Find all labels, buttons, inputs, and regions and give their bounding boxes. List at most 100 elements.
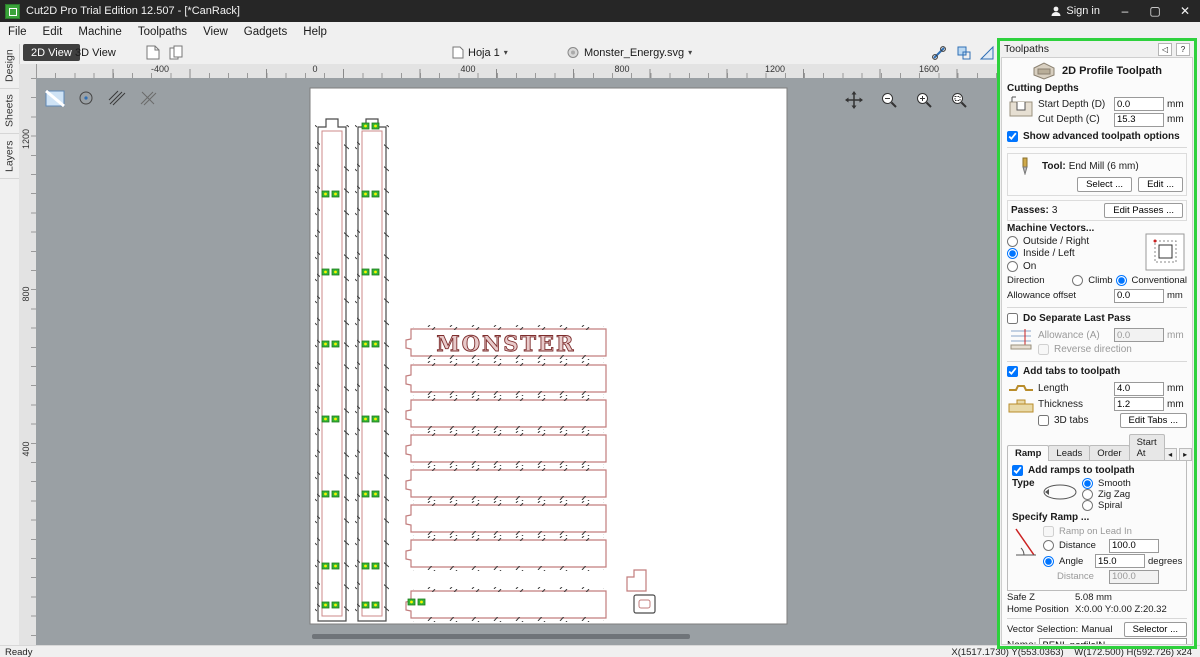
last-pass-allowance-input[interactable] (1114, 328, 1164, 342)
allowance-offset-input[interactable] (1114, 288, 1164, 303)
menu-gadgets[interactable]: Gadgets (236, 24, 295, 40)
sheet-selector-label: Hoja 1 (468, 46, 500, 59)
pan-button[interactable] (843, 90, 865, 110)
3d-tabs-label: 3D tabs (1054, 414, 1089, 426)
menu-edit[interactable]: Edit (35, 24, 71, 40)
ramp-zigzag-radio[interactable] (1082, 488, 1093, 500)
ruler-label: 1200 (764, 64, 786, 74)
sidebar-tab-sheets[interactable]: Sheets (0, 89, 19, 134)
add-tabs-checkbox[interactable] (1007, 366, 1018, 377)
tab-ramp[interactable]: Ramp (1007, 444, 1050, 461)
ramp-angle-radio[interactable] (1043, 555, 1054, 567)
ramp-lead-in-checkbox[interactable] (1043, 526, 1054, 537)
outside-right-radio[interactable] (1007, 235, 1018, 247)
menu-machine[interactable]: Machine (70, 24, 129, 40)
minimize-button[interactable]: – (1110, 0, 1140, 22)
monster-logo-text: MONSTER (437, 331, 576, 356)
tab-order[interactable]: Order (1089, 444, 1130, 461)
tab-3d-view[interactable]: 3D View (67, 44, 124, 61)
3d-tabs-checkbox[interactable] (1038, 414, 1049, 426)
menu-toolpaths[interactable]: Toolpaths (130, 24, 195, 40)
vertical-ruler: 1200 800 400 (19, 64, 37, 657)
guides-button[interactable] (978, 44, 996, 61)
pin-panel-icon[interactable]: ◁ (1158, 42, 1172, 56)
ruler-label: 1600 (918, 64, 940, 74)
sheet-copy-button[interactable] (167, 44, 185, 61)
side-tab-strip: Design Sheets Layers (0, 44, 20, 179)
chevron-down-icon: ▾ (503, 48, 508, 57)
app-window: Cut2D Pro Trial Edition 12.507 - [*CanRa… (0, 0, 1200, 657)
add-ramps-checkbox[interactable] (1012, 465, 1023, 476)
outside-right-label: Outside / Right (1023, 235, 1090, 247)
title-bar: Cut2D Pro Trial Edition 12.507 - [*CanRa… (0, 0, 1200, 22)
maximize-button[interactable]: ▢ (1140, 0, 1170, 22)
ramp-smooth-radio[interactable] (1082, 477, 1093, 489)
horizontal-scrollbar[interactable] (312, 634, 690, 639)
cut-depth-input[interactable] (1114, 112, 1164, 127)
help-icon[interactable]: ? (1176, 42, 1190, 56)
snap-grid-icon (932, 45, 946, 60)
canvas-tools-left (44, 88, 159, 108)
ramp-distance-label: Distance (1059, 540, 1096, 551)
edit-tabs-button[interactable]: Edit Tabs ... (1119, 412, 1187, 428)
toolpaths-panel-header: Toolpaths ◁ ? (1000, 41, 1194, 57)
circle-snap-icon (79, 91, 93, 105)
vector-selection-value: Manual (1081, 623, 1113, 635)
ramp-distance-radio[interactable] (1043, 540, 1054, 551)
snap-grid-button[interactable] (930, 44, 948, 61)
menu-view[interactable]: View (195, 24, 236, 40)
tool-select-button[interactable]: Select ... (1077, 176, 1133, 192)
status-ready: Ready (5, 646, 33, 657)
toolpath-name-input[interactable] (1039, 638, 1187, 644)
drawing-canvas[interactable]: MONSTER (36, 78, 998, 645)
ruler-label: 0 (312, 64, 318, 74)
ramp-angle-input[interactable] (1095, 554, 1145, 568)
menu-help[interactable]: Help (295, 24, 335, 40)
snap-center-button[interactable] (75, 88, 97, 108)
home-position-value: X:0.00 Y:0.00 Z:20.32 (1075, 603, 1167, 615)
zoom-in-button[interactable] (913, 90, 935, 110)
ruler-ticks-major (36, 69, 998, 78)
ramp-spiral-radio[interactable] (1082, 499, 1093, 511)
on-radio[interactable] (1007, 260, 1018, 272)
tool-value: End Mill (6 mm) (1068, 160, 1139, 172)
conventional-radio[interactable] (1115, 274, 1127, 286)
crosshatch-fill-button[interactable] (137, 88, 159, 108)
tool-edit-button[interactable]: Edit ... (1138, 176, 1183, 192)
reverse-direction-checkbox[interactable] (1038, 343, 1049, 355)
menu-file[interactable]: File (0, 24, 35, 40)
tab-start-at[interactable]: Start At (1128, 433, 1165, 461)
tab-thickness-input[interactable] (1114, 397, 1164, 411)
ramp-distance-input[interactable] (1109, 538, 1159, 553)
snap-objects-button[interactable] (955, 44, 973, 61)
inside-left-label: Inside / Left (1023, 248, 1075, 259)
tab-length-input[interactable] (1114, 381, 1164, 396)
sheet-selector[interactable]: Hoja 1 ▾ (452, 44, 508, 61)
close-button[interactable]: ✕ (1170, 0, 1200, 22)
separate-last-pass-checkbox[interactable] (1007, 312, 1018, 324)
show-advanced-checkbox[interactable] (1007, 131, 1018, 142)
machine-vectors-preview (1145, 233, 1185, 271)
selector-button[interactable]: Selector ... (1123, 621, 1187, 637)
sidebar-tab-design[interactable]: Design (0, 44, 19, 89)
ramp-distance2-input[interactable] (1109, 569, 1159, 584)
file-selector[interactable]: Monster_Energy.svg ▾ (567, 44, 692, 61)
ramp-type-icon (1043, 484, 1077, 499)
zoom-selection-button[interactable] (948, 90, 970, 110)
climb-radio[interactable] (1072, 274, 1084, 286)
ramp-spiral-label: Spiral (1098, 499, 1123, 511)
inside-left-radio[interactable] (1007, 248, 1018, 259)
zoom-out-button[interactable] (878, 90, 900, 110)
hatch-fill-button[interactable] (106, 88, 128, 108)
sign-in-button[interactable]: Sign in (1040, 0, 1110, 22)
tool-label: Tool: (1042, 160, 1066, 172)
edit-passes-button[interactable]: Edit Passes ... (1104, 203, 1183, 218)
tab-leads[interactable]: Leads (1048, 444, 1091, 461)
start-depth-input[interactable] (1114, 97, 1164, 111)
sheet-icon-button[interactable] (144, 44, 162, 61)
ruler-label: 800 (21, 286, 31, 302)
import-panel-button[interactable] (44, 88, 66, 108)
ramp-smooth-label: Smooth (1098, 477, 1131, 489)
sidebar-tab-layers[interactable]: Layers (0, 134, 19, 179)
app-icon (5, 3, 20, 19)
